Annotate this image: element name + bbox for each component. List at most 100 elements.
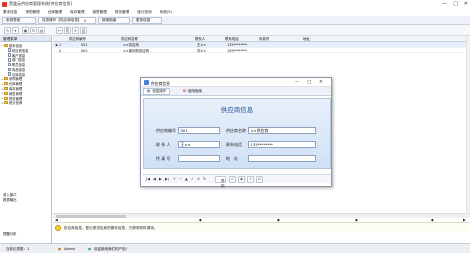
document-icon: [8, 67, 11, 72]
nav-next-icon[interactable]: ▶: [159, 177, 162, 181]
dropdown-icon[interactable]: ▾: [12, 27, 19, 34]
window-title: 黑盒云供应商管理系统[供应商信息]: [9, 1, 73, 6]
diamond-marker-icon: ◆: [355, 217, 358, 222]
sidebar: 管理菜单 − 基本信息 供应商信息 客户信息 部门信息 职员信息 商品信息 仓库信息 + 采购管理…: [0, 36, 52, 243]
row-number: 2: [59, 48, 62, 53]
preview-icon[interactable]: ◉: [238, 176, 245, 183]
table-row[interactable]: 2 002 ××康利药供应商 刘×× 139********: [53, 48, 470, 54]
hint-text: 供应商信息，登记录供应商的基本信息，方便采购时调用。: [64, 225, 158, 230]
phone-field[interactable]: 135********: [248, 141, 316, 148]
info-icon: ●: [88, 246, 92, 251]
form-title: 供应商信息: [220, 106, 254, 114]
cell-name[interactable]: ××康利药供应商: [123, 48, 149, 54]
folder-icon: [4, 43, 8, 47]
scroll-left-icon[interactable]: ◀: [55, 218, 58, 222]
user-icon: ●: [58, 246, 62, 251]
address-field[interactable]: [248, 155, 316, 162]
nav-refresh-icon[interactable]: ↻: [203, 177, 206, 181]
record-count: 当前记录数：1: [6, 246, 30, 251]
menu-system[interactable]: 系统(S): [160, 10, 172, 15]
cell-contact[interactable]: 刘××: [197, 48, 206, 54]
document-icon: [8, 72, 11, 76]
tab-more-info[interactable]: 更多信息: [132, 17, 162, 24]
tab-label: 系统导航: [6, 18, 21, 22]
window-controls: — □ ✕: [442, 0, 468, 8]
sidebar-item-reminder[interactable]: 提醒分析: [0, 232, 51, 237]
menu-basic-info[interactable]: 基本信息: [3, 10, 17, 15]
supplier-name-field[interactable]: ××供应商: [248, 127, 316, 134]
nav-prev-icon[interactable]: ◀: [153, 177, 156, 181]
print-icon[interactable]: ⎙: [229, 176, 236, 183]
save-icon[interactable]: ▤: [38, 27, 45, 34]
edit-icon[interactable]: ✎: [4, 27, 11, 34]
dialog-close-icon[interactable]: ✕: [319, 80, 323, 85]
dialog-tab-operation[interactable]: ▦ 信息操作: [143, 88, 171, 95]
help-label: 帮助: [220, 178, 225, 188]
export-icon[interactable]: ⇪: [247, 176, 254, 183]
document-icon: [8, 48, 11, 52]
vertical-scrollbar[interactable]: [466, 36, 470, 213]
tab-system-nav[interactable]: 系统导航: [2, 17, 36, 24]
guide-icon: ✪: [183, 89, 186, 93]
sidebar-tree: − 基本信息 供应商信息 客户信息 部门信息 职员信息 商品信息 仓库信息 + 采购管理 + 仓库管理…: [0, 42, 51, 105]
tab-user-guide[interactable]: 使用指南: [98, 17, 130, 24]
app-icon: [2, 2, 7, 8]
sidebar-item-report-output[interactable]: 报表输出: [0, 198, 51, 203]
print-icon[interactable]: ⎙: [80, 27, 87, 34]
folder-icon: [4, 96, 8, 100]
cut-icon[interactable]: ✂: [56, 27, 63, 34]
dialog-maximize-icon[interactable]: □: [307, 80, 311, 85]
help-button[interactable]: 帮助: [215, 176, 226, 188]
maximize-icon[interactable]: □: [453, 1, 458, 7]
contact-label: 联 系 人: [156, 142, 171, 147]
tab-close-icon[interactable]: ✕: [84, 19, 87, 23]
tab-label: 信息操作: [152, 89, 167, 93]
minimize-icon[interactable]: —: [442, 1, 447, 7]
exit-icon[interactable]: ⏻: [256, 176, 263, 183]
nav-edit-icon[interactable]: ▲: [185, 177, 188, 181]
supplier-code-field[interactable]: 001: [178, 127, 220, 134]
dialog-minimize-icon[interactable]: —: [295, 80, 300, 85]
sidebar-bottom: 录入窗口 报表输出: [0, 193, 51, 203]
fax-label: 传 真 号: [156, 156, 171, 161]
folder-icon: [4, 87, 8, 91]
sidebar-tree-item[interactable]: + 统计查询: [0, 101, 51, 106]
new-icon[interactable]: ▣: [22, 27, 29, 34]
menu-purchase[interactable]: 采购管理: [25, 10, 39, 15]
dialog-title-bar: 供应商信息 — □ ✕: [141, 78, 331, 87]
fax-field[interactable]: [178, 155, 220, 162]
menu-sales[interactable]: 销售管理: [93, 10, 107, 15]
menu-inventory[interactable]: 库存管理: [70, 10, 84, 15]
folder-icon: [4, 77, 8, 81]
tab-supplier-info[interactable]: 信息操作【供应商信息】 ✕: [38, 17, 96, 24]
nav-cancel-icon[interactable]: ✕: [197, 177, 200, 181]
delete-icon[interactable]: ✕: [72, 27, 79, 34]
nav-first-icon[interactable]: |◀: [146, 177, 150, 181]
tab-label: 使用指南: [102, 18, 117, 22]
supplier-dialog: 供应商信息 — □ ✕ ▦ 信息操作 ✪ 使用指南 供应商信息 供应商编号 00…: [140, 77, 332, 188]
tree-item-label: 统计查询: [9, 101, 23, 106]
nav-last-icon[interactable]: ▶|: [165, 177, 169, 181]
menu-finance[interactable]: 财务管理: [115, 10, 129, 15]
nav-post-icon[interactable]: ✓: [191, 177, 194, 181]
diamond-marker-icon: ◆: [277, 217, 280, 222]
close-icon[interactable]: ✕: [464, 1, 468, 7]
menu-statistics[interactable]: 统计查询: [137, 10, 151, 15]
main-toolbar: ✎ ▾ ▣ ↻ ▤ ✂ ⎘ ✕ ⎙: [0, 25, 470, 36]
dialog-tab-bar: ▦ 信息操作 ✪ 使用指南: [141, 87, 331, 96]
status-bar: 当前记录数：1 ● Admin ● 欢迎使用我们的产品！: [0, 243, 470, 253]
code-label: 供应商编号: [156, 128, 176, 133]
current-user: Admin: [64, 246, 76, 251]
cell-code[interactable]: 002: [81, 48, 87, 54]
menu-warehouse[interactable]: 仓库管理: [48, 10, 62, 15]
dialog-tab-guide[interactable]: ✪ 使用指南: [179, 88, 206, 95]
nav-add-icon[interactable]: +: [173, 177, 176, 181]
scroll-right-icon[interactable]: ▶: [463, 218, 466, 222]
title-bar: 黑盒云供应商管理系统[供应商信息]: [0, 0, 470, 8]
contact-field[interactable]: 王××: [178, 141, 220, 148]
folder-icon: [4, 82, 8, 86]
nav-remove-icon[interactable]: −: [179, 177, 182, 181]
copy-icon[interactable]: ⎘: [64, 27, 71, 34]
cell-phone[interactable]: 139********: [227, 48, 247, 54]
refresh-icon[interactable]: ↻: [30, 27, 37, 34]
